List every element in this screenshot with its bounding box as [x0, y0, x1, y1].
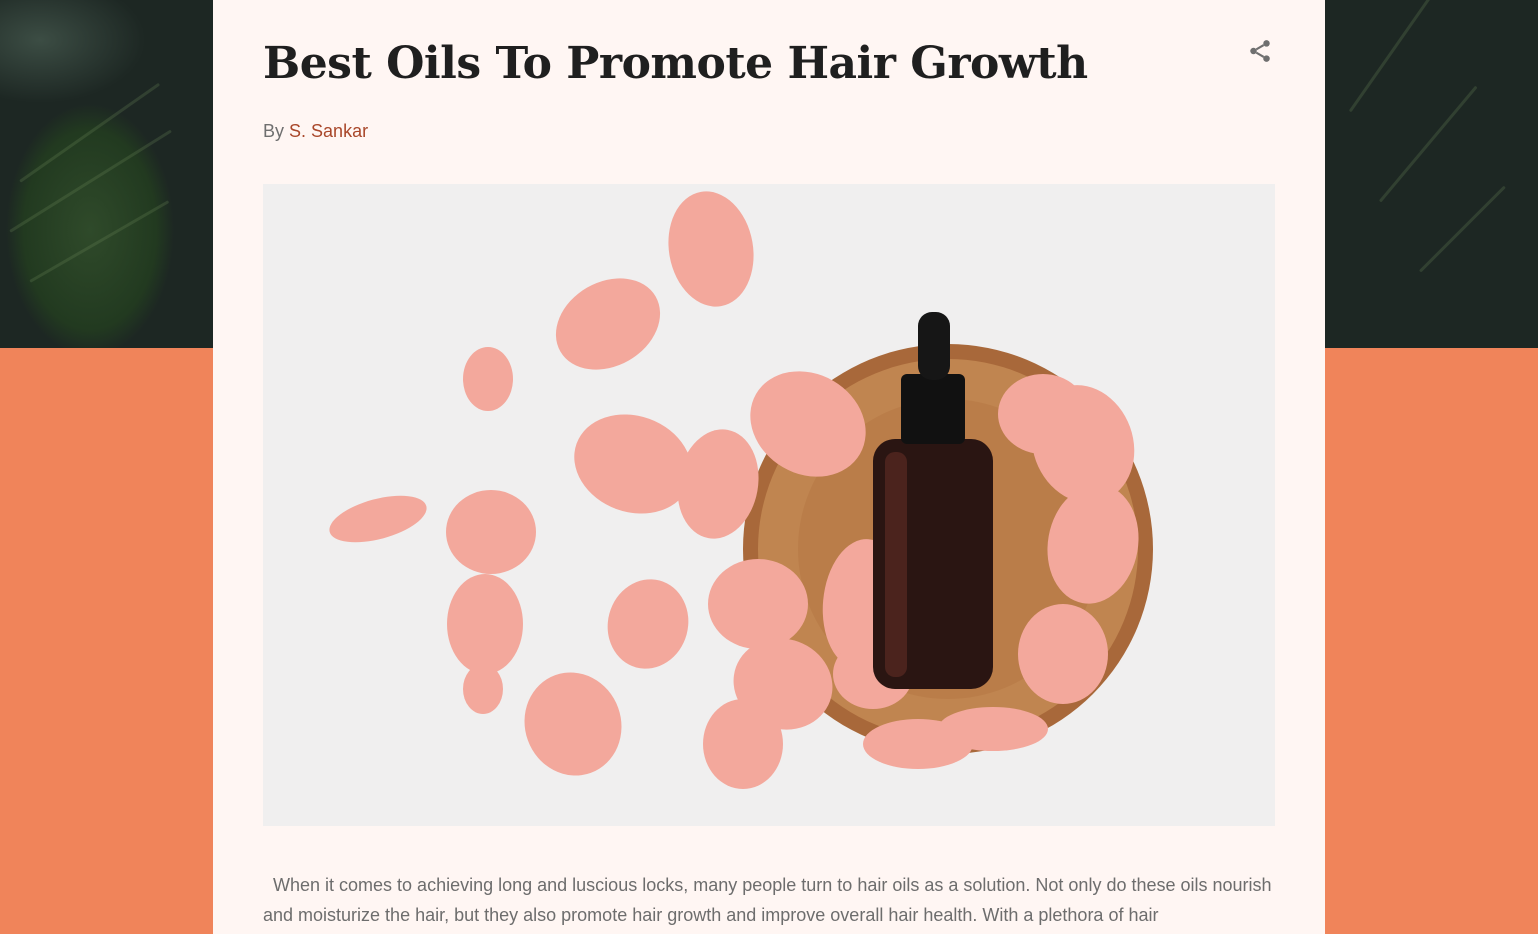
- share-icon: [1250, 40, 1270, 62]
- article-title: Best Oils To Promote Hair Growth: [263, 38, 1088, 89]
- share-button[interactable]: [1245, 36, 1275, 66]
- author-link[interactable]: S. Sankar: [289, 121, 368, 141]
- article-card: Best Oils To Promote Hair Growth By S. S…: [213, 0, 1325, 934]
- byline: By S. Sankar: [263, 121, 368, 142]
- hero-image: [263, 184, 1275, 826]
- article-body: When it comes to achieving long and lusc…: [263, 875, 1272, 925]
- byline-prefix: By: [263, 121, 285, 141]
